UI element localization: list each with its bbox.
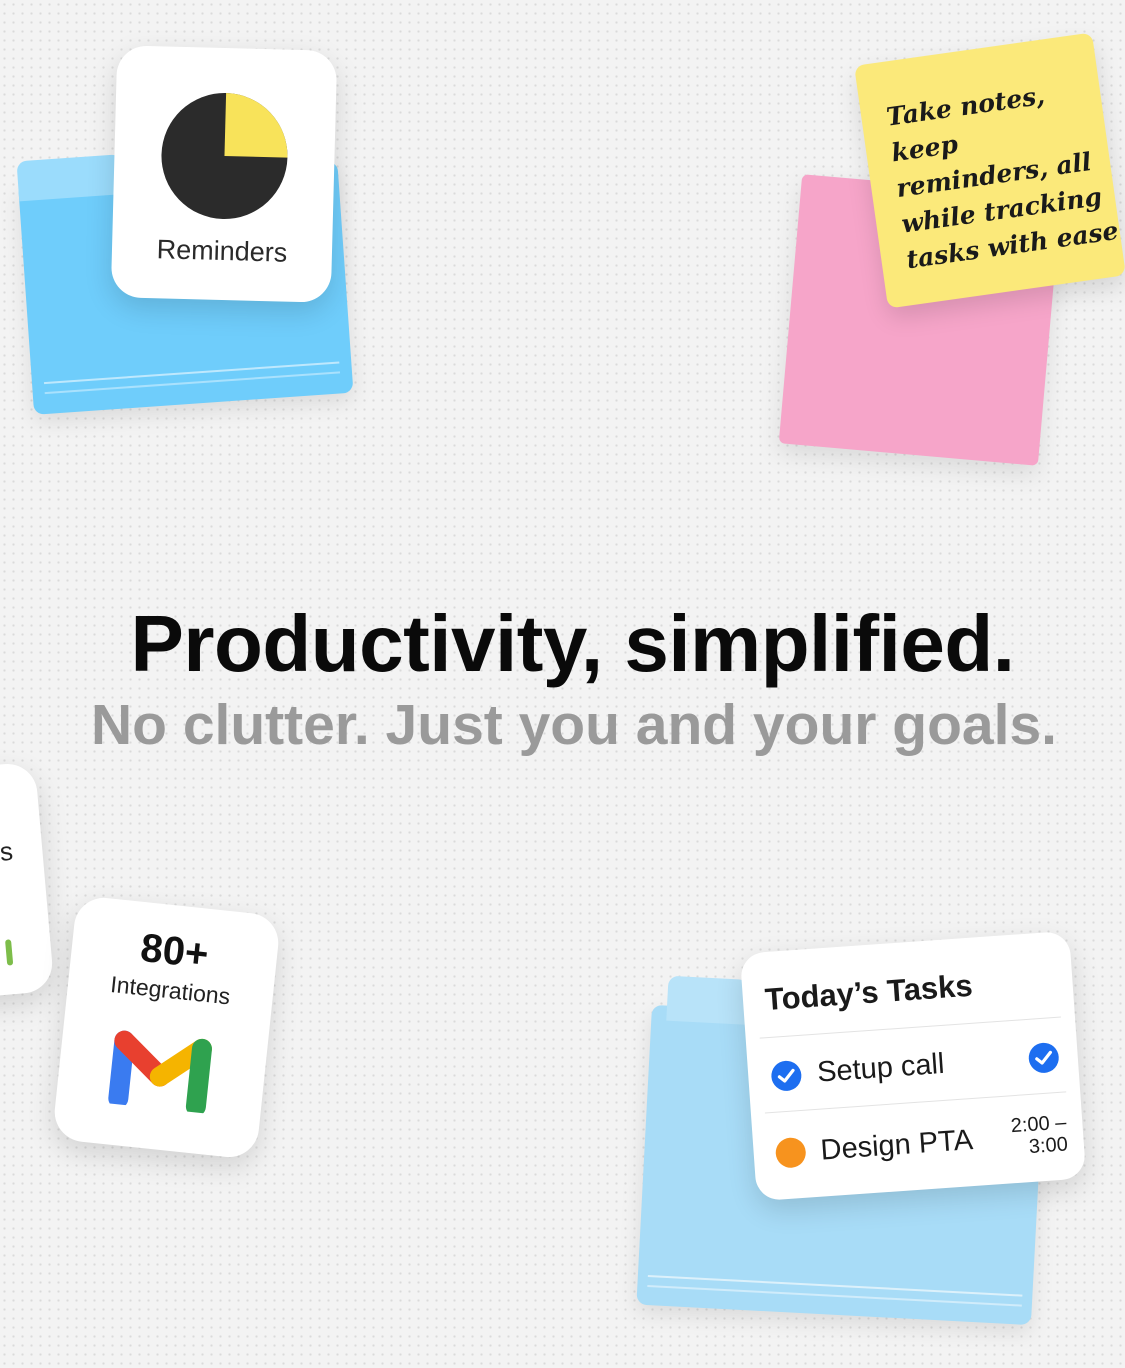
folder-tab bbox=[16, 154, 125, 202]
tasks-card[interactable]: Today’s Tasks Setup call Design PTA 2:00… bbox=[739, 930, 1087, 1202]
tasks-divider-2 bbox=[764, 1091, 1067, 1114]
partial-card-text: ns bbox=[0, 835, 15, 869]
partial-card[interactable]: ns bbox=[0, 761, 55, 1009]
hero-subtitle: No clutter. Just you and your goals. bbox=[91, 693, 1057, 757]
hero-title: Productivity, simplified. bbox=[130, 599, 1015, 688]
tasks-title: Today’s Tasks bbox=[763, 967, 974, 1018]
task-row-design-pta[interactable]: Design PTA 2:00 – 3:00 bbox=[774, 1111, 1069, 1175]
integrations-card[interactable]: 80+ Integrations bbox=[51, 894, 282, 1161]
task-time-end: 3:00 bbox=[1028, 1133, 1069, 1159]
task-label: Design PTA bbox=[819, 1123, 974, 1167]
reminders-label: Reminders bbox=[156, 234, 288, 268]
check-circle-icon[interactable] bbox=[769, 1058, 803, 1092]
pie-chart-icon bbox=[161, 93, 288, 220]
task-label: Setup call bbox=[816, 1047, 946, 1089]
done-check-icon bbox=[1028, 1042, 1059, 1073]
yellow-sticky-note[interactable]: Take notes, keep reminders, all while tr… bbox=[854, 32, 1125, 309]
task-row-setup-call[interactable]: Setup call bbox=[769, 1040, 1061, 1093]
status-dot-icon bbox=[774, 1136, 807, 1169]
gmail-logo-icon bbox=[108, 1030, 212, 1114]
tasks-divider bbox=[759, 1016, 1061, 1039]
task-time: 2:00 – 3:00 bbox=[1010, 1111, 1069, 1159]
partial-card-accent bbox=[5, 939, 14, 966]
sticky-note-text: Take notes, keep reminders, all while tr… bbox=[884, 80, 1121, 275]
reminders-card[interactable]: Reminders bbox=[110, 45, 338, 303]
tasks-folder-tab bbox=[666, 975, 749, 1025]
